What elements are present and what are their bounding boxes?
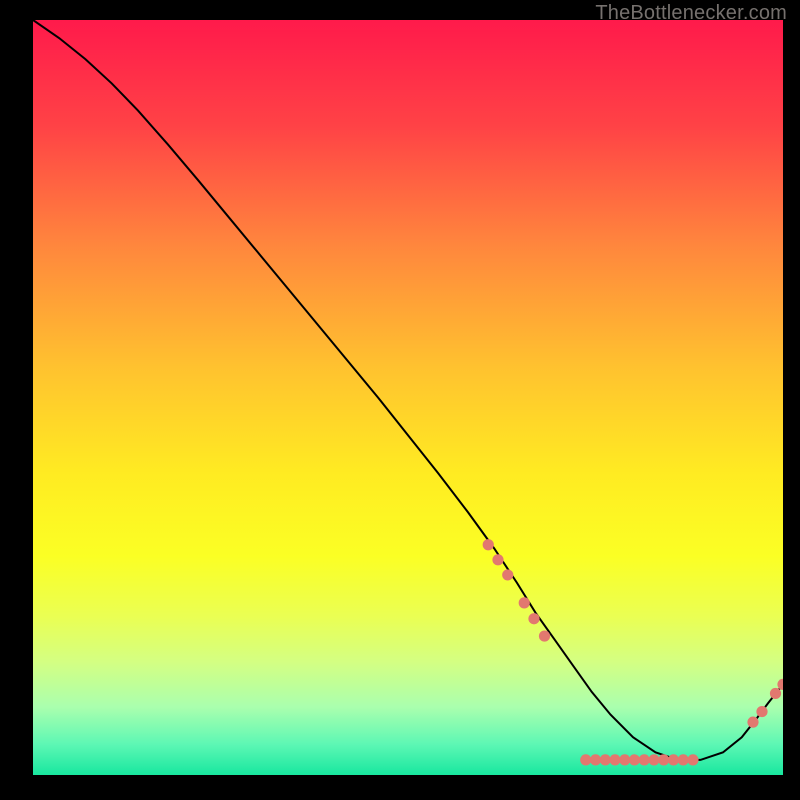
marker-dot xyxy=(687,754,698,765)
marker-dot xyxy=(770,688,781,699)
marker-dot xyxy=(483,539,494,550)
marker-dot xyxy=(492,554,503,565)
marker-dot xyxy=(639,754,650,765)
marker-dot xyxy=(590,754,601,765)
chart-stage: TheBottlenecker.com xyxy=(0,0,800,800)
marker-dot xyxy=(609,754,620,765)
marker-dot xyxy=(580,754,591,765)
marker-dot xyxy=(648,754,659,765)
marker-dot xyxy=(658,754,669,765)
marker-dot xyxy=(756,706,767,717)
marker-dot xyxy=(502,569,513,580)
marker-dot xyxy=(600,754,611,765)
marker-dot xyxy=(528,613,539,624)
marker-dot xyxy=(668,754,679,765)
chart-background xyxy=(33,20,783,775)
marker-dot xyxy=(629,754,640,765)
marker-dot xyxy=(678,754,689,765)
marker-dot xyxy=(619,754,630,765)
marker-dot xyxy=(747,717,758,728)
marker-dot xyxy=(519,597,530,608)
chart-svg xyxy=(33,20,783,775)
marker-dot xyxy=(539,630,550,641)
